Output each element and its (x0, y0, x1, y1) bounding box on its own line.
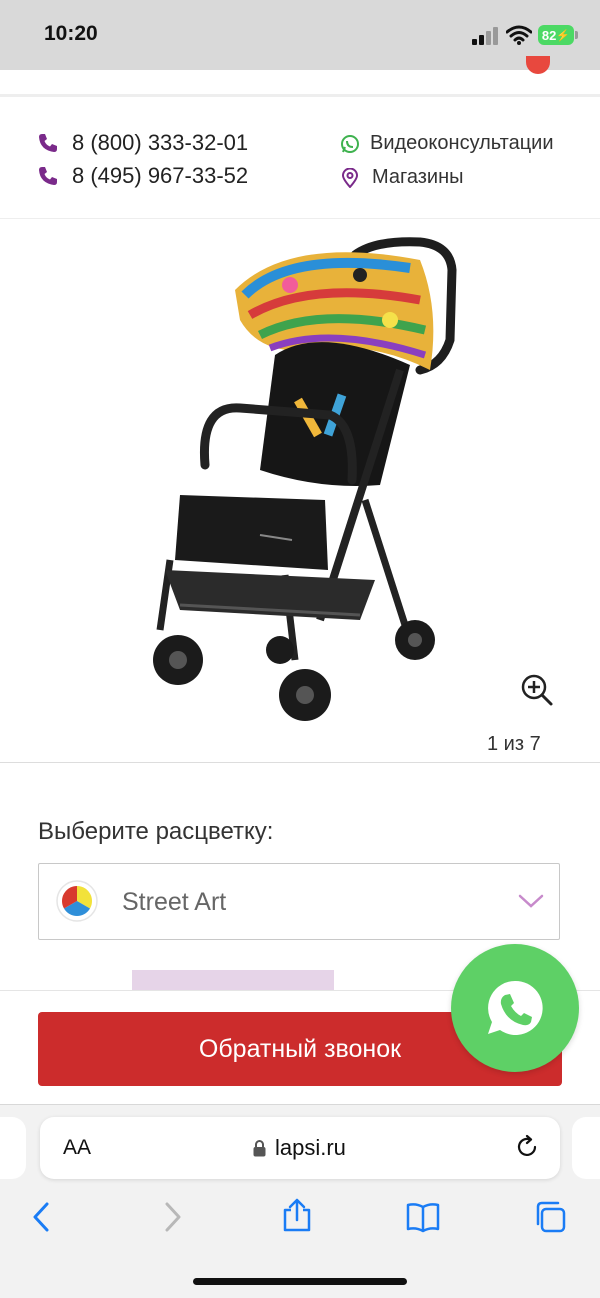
site-header-strip (0, 70, 600, 97)
gallery-counter: 1 из 7 (487, 733, 541, 755)
battery-tip (575, 31, 578, 39)
share-icon[interactable] (280, 1198, 314, 1232)
video-consult-link[interactable]: Видеоконсультации (340, 132, 554, 155)
previous-tab-preview[interactable] (0, 1117, 26, 1179)
phone-icon (39, 167, 57, 185)
home-indicator (193, 1278, 407, 1285)
chevron-down-icon[interactable] (518, 893, 544, 909)
back-icon[interactable] (25, 1200, 59, 1234)
location-pin-icon (341, 167, 359, 188)
phone-icon (39, 134, 57, 152)
battery-indicator: 82 ⚡ (538, 25, 574, 45)
phone-number-1: 8 (800) 333-32-01 (72, 130, 249, 155)
lock-icon (253, 1139, 266, 1156)
whatsapp-chat-button[interactable] (451, 944, 579, 1072)
phone-link-2[interactable]: 8 (495) 967-33-52 (38, 163, 248, 189)
color-select-value: Street Art (122, 888, 227, 916)
color-select-label: Выберите расцветку: (38, 818, 274, 845)
stores-label: Магазины (372, 166, 464, 188)
reload-icon[interactable] (514, 1134, 540, 1160)
bookmarks-icon[interactable] (406, 1200, 440, 1234)
forward-icon[interactable] (155, 1200, 189, 1234)
wifi-icon (506, 25, 532, 45)
color-swatch-icon (56, 880, 98, 922)
product-image-stroller[interactable] (120, 230, 470, 740)
next-tab-preview[interactable] (572, 1117, 600, 1179)
video-consult-label: Видеоконсультации (370, 132, 554, 154)
url-field[interactable]: lapsi.ru (253, 1135, 346, 1161)
cellular-signal-icon (472, 27, 498, 45)
status-time: 10:20 (44, 22, 98, 45)
text-size-button[interactable]: AA (63, 1136, 91, 1160)
whatsapp-icon (341, 134, 359, 153)
divider (0, 218, 600, 219)
charging-bolt-icon: ⚡ (556, 29, 571, 42)
phone-link-1[interactable]: 8 (800) 333-32-01 (38, 130, 248, 156)
partial-badge (132, 970, 334, 992)
stores-link[interactable]: Магазины (340, 166, 464, 189)
tabs-icon[interactable] (533, 1200, 567, 1234)
color-select[interactable] (38, 863, 560, 940)
whatsapp-icon (488, 980, 543, 1035)
url-text: lapsi.ru (275, 1135, 346, 1160)
phone-number-2: 8 (495) 967-33-52 (72, 163, 249, 188)
divider (0, 762, 600, 763)
zoom-in-icon[interactable] (520, 673, 554, 707)
